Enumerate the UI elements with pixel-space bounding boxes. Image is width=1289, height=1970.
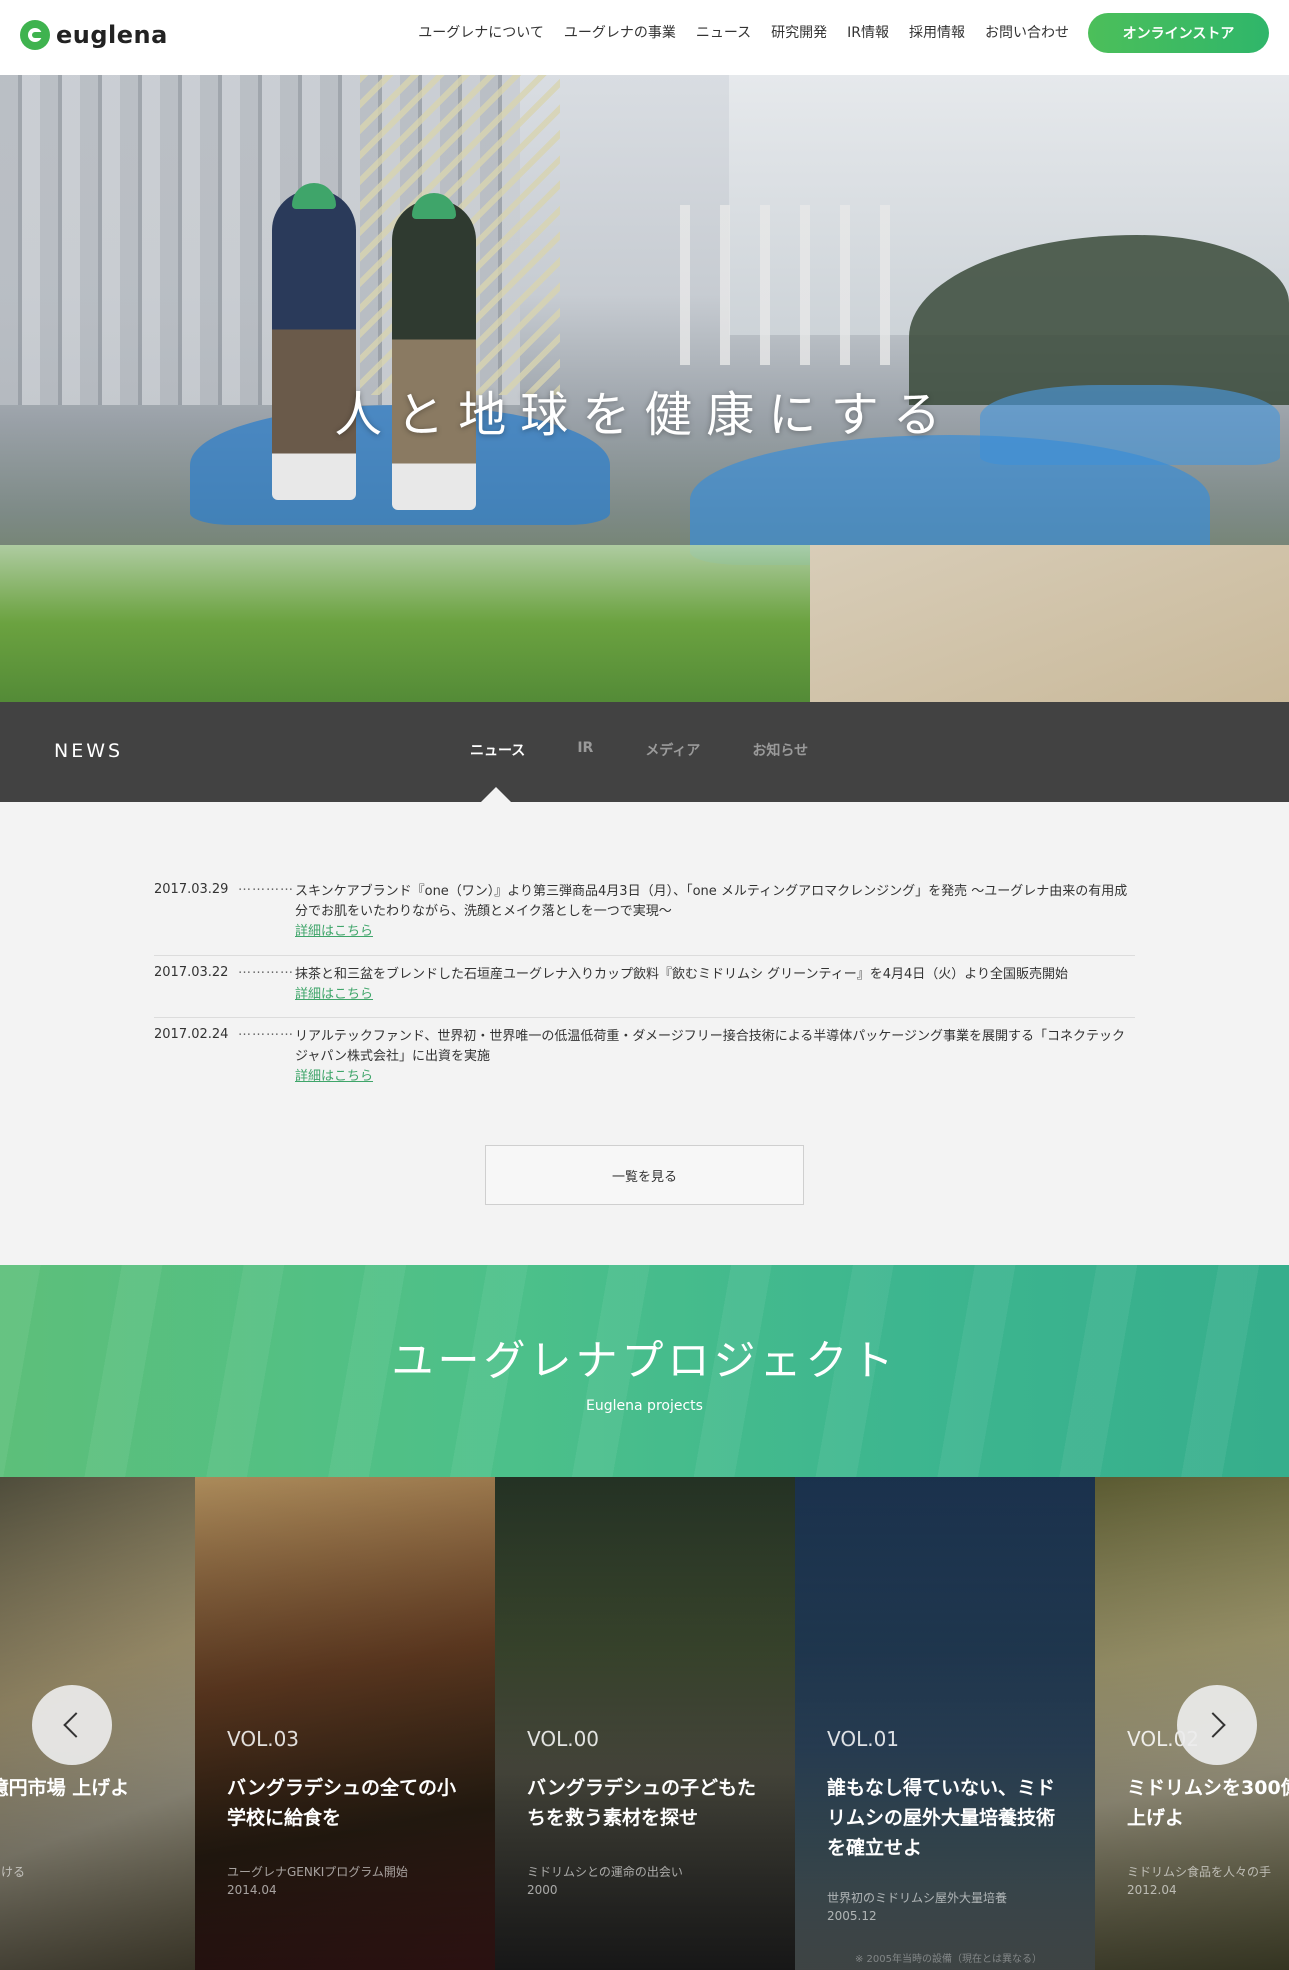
- projects-subtitle: Euglena projects: [586, 1398, 703, 1414]
- chevron-right-icon: [1200, 1712, 1226, 1738]
- hero-title: 人と地球を健康にする: [334, 387, 955, 443]
- card-title: ムシを300億円市場 上げよ: [0, 1777, 130, 1799]
- hero-person: [392, 200, 476, 510]
- projects-title: ユーグレナプロジェクト: [391, 1336, 898, 1385]
- online-store-button[interactable]: オンラインストア: [1088, 13, 1269, 53]
- news-section-label: NEWS: [54, 740, 124, 762]
- card-date: 2000: [527, 1883, 558, 1897]
- news-date: 2017.03.29: [154, 882, 229, 897]
- card-date: 2014.04: [227, 1883, 277, 1897]
- news-dots: …………: [238, 879, 294, 894]
- site-logo[interactable]: euglena: [20, 20, 168, 50]
- carousel-prev-button[interactable]: [32, 1685, 112, 1765]
- view-all-news-button[interactable]: 一覧を見る: [485, 1145, 804, 1205]
- hero-culture-tank: [0, 545, 810, 702]
- news-dots: …………: [238, 1024, 294, 1039]
- news-tab-bar: NEWS ニュース IR メディア お知らせ: [0, 702, 1289, 802]
- tab-ir[interactable]: IR: [577, 740, 593, 760]
- news-tabs: ニュース IR メディア お知らせ: [470, 740, 860, 760]
- card-subtitle: 食品を人々の手に届ける: [0, 1865, 26, 1879]
- card-date: 2005.12: [827, 1909, 877, 1923]
- tab-media[interactable]: メディア: [645, 740, 700, 760]
- carousel-next-button[interactable]: [1177, 1685, 1257, 1765]
- nav-about[interactable]: ユーグレナについて: [418, 22, 544, 42]
- card-vol: VOL.01: [827, 1727, 900, 1751]
- tab-notice[interactable]: お知らせ: [752, 740, 808, 760]
- site-header: euglena ユーグレナについて ユーグレナの事業 ニュース 研究開発 IR情…: [0, 0, 1289, 75]
- nav-research[interactable]: 研究開発: [771, 22, 827, 42]
- main-nav: ユーグレナについて ユーグレナの事業 ニュース 研究開発 IR情報 採用情報 お…: [418, 0, 1069, 64]
- card-subtitle: ミドリムシとの運命の出会い: [527, 1865, 683, 1879]
- nav-recruit[interactable]: 採用情報: [909, 22, 965, 42]
- active-tab-caret-icon: [481, 787, 511, 802]
- project-card[interactable]: VOL.00 バングラデシュの子どもたちを救う素材を探せ ミドリムシとの運命の出…: [495, 1477, 795, 1970]
- card-title: バングラデシュの全ての小学校に給食を: [227, 1777, 456, 1829]
- nav-business[interactable]: ユーグレナの事業: [564, 22, 676, 42]
- news-text: 抹茶と和三盆をブレンドした石垣産ユーグレナ入りカップ飲料『飲むミドリムシ グリー…: [295, 967, 1068, 982]
- nav-contact[interactable]: お問い合わせ: [985, 22, 1069, 42]
- project-carousel: ムシを300億円市場 上げよ 食品を人々の手に届ける VOL.03 バングラデシ…: [0, 1477, 1289, 1970]
- card-subtitle: ユーグレナGENKIプログラム開始: [227, 1865, 408, 1879]
- photo-footnote: ※ 2005年当時の設備（現在とは異なる）: [855, 1954, 1043, 1965]
- news-dots: …………: [238, 962, 294, 977]
- news-date: 2017.02.24: [154, 1027, 229, 1042]
- tab-news[interactable]: ニュース: [470, 740, 525, 760]
- euglena-logo-icon: [20, 20, 50, 50]
- card-subtitle: ミドリムシ食品を人々の手: [1127, 1865, 1272, 1879]
- news-body: 抹茶と和三盆をブレンドした石垣産ユーグレナ入りカップ飲料『飲むミドリムシ グリー…: [295, 965, 1135, 1005]
- card-title: 誰もなし得ていない、ミドリムシの屋外大量培養技術を確立せよ: [827, 1777, 1056, 1859]
- news-detail-link[interactable]: 詳細はこちら: [295, 985, 1135, 1005]
- news-detail-link[interactable]: 詳細はこちら: [295, 922, 1135, 942]
- hero-pipes: [680, 205, 900, 365]
- news-detail-link[interactable]: 詳細はこちら: [295, 1067, 1135, 1087]
- news-item: 2017.03.29 ………… スキンケアブランド『one（ワン）』より第三弾商…: [154, 879, 1135, 956]
- chevron-left-icon: [63, 1712, 89, 1738]
- card-title: バングラデシュの子どもたちを救う素材を探せ: [527, 1777, 756, 1829]
- hero-person: [272, 190, 356, 500]
- news-body: スキンケアブランド『one（ワン）』より第三弾商品4月3日（月）、「one メル…: [295, 882, 1135, 942]
- hero-banner: 人と地球を健康にする: [0, 75, 1289, 702]
- logo-text: euglena: [56, 21, 168, 49]
- card-vol: VOL.00: [527, 1727, 600, 1751]
- hero-ground: [810, 545, 1289, 702]
- news-body: リアルテックファンド、世界初・世界唯一の低温低荷重・ダメージフリー接合技術による…: [295, 1027, 1135, 1087]
- card-title: ミドリムシを300億 に育て上げよ: [1127, 1777, 1289, 1829]
- nav-news[interactable]: ニュース: [696, 22, 751, 42]
- card-vol: VOL.03: [227, 1727, 300, 1751]
- card-subtitle: 世界初のミドリムシ屋外大量培養: [827, 1891, 1008, 1905]
- news-text: リアルテックファンド、世界初・世界唯一の低温低荷重・ダメージフリー接合技術による…: [295, 1029, 1126, 1064]
- card-date: 2012.04: [1127, 1883, 1177, 1897]
- news-item: 2017.02.24 ………… リアルテックファンド、世界初・世界唯一の低温低荷…: [154, 1024, 1135, 1084]
- news-list: 2017.03.29 ………… スキンケアブランド『one（ワン）』より第三弾商…: [0, 802, 1289, 1265]
- nav-ir[interactable]: IR情報: [847, 22, 889, 42]
- news-text: スキンケアブランド『one（ワン）』より第三弾商品4月3日（月）、「one メル…: [295, 884, 1128, 919]
- project-card[interactable]: VOL.01 誰もなし得ていない、ミドリムシの屋外大量培養技術を確立せよ 世界初…: [795, 1477, 1095, 1970]
- project-card[interactable]: VOL.03 バングラデシュの全ての小学校に給食を ユーグレナGENKIプログラ…: [195, 1477, 495, 1970]
- projects-banner: ユーグレナプロジェクト Euglena projects: [0, 1265, 1289, 1477]
- news-item: 2017.03.22 ………… 抹茶と和三盆をブレンドした石垣産ユーグレナ入りカ…: [154, 962, 1135, 1018]
- news-date: 2017.03.22: [154, 965, 229, 980]
